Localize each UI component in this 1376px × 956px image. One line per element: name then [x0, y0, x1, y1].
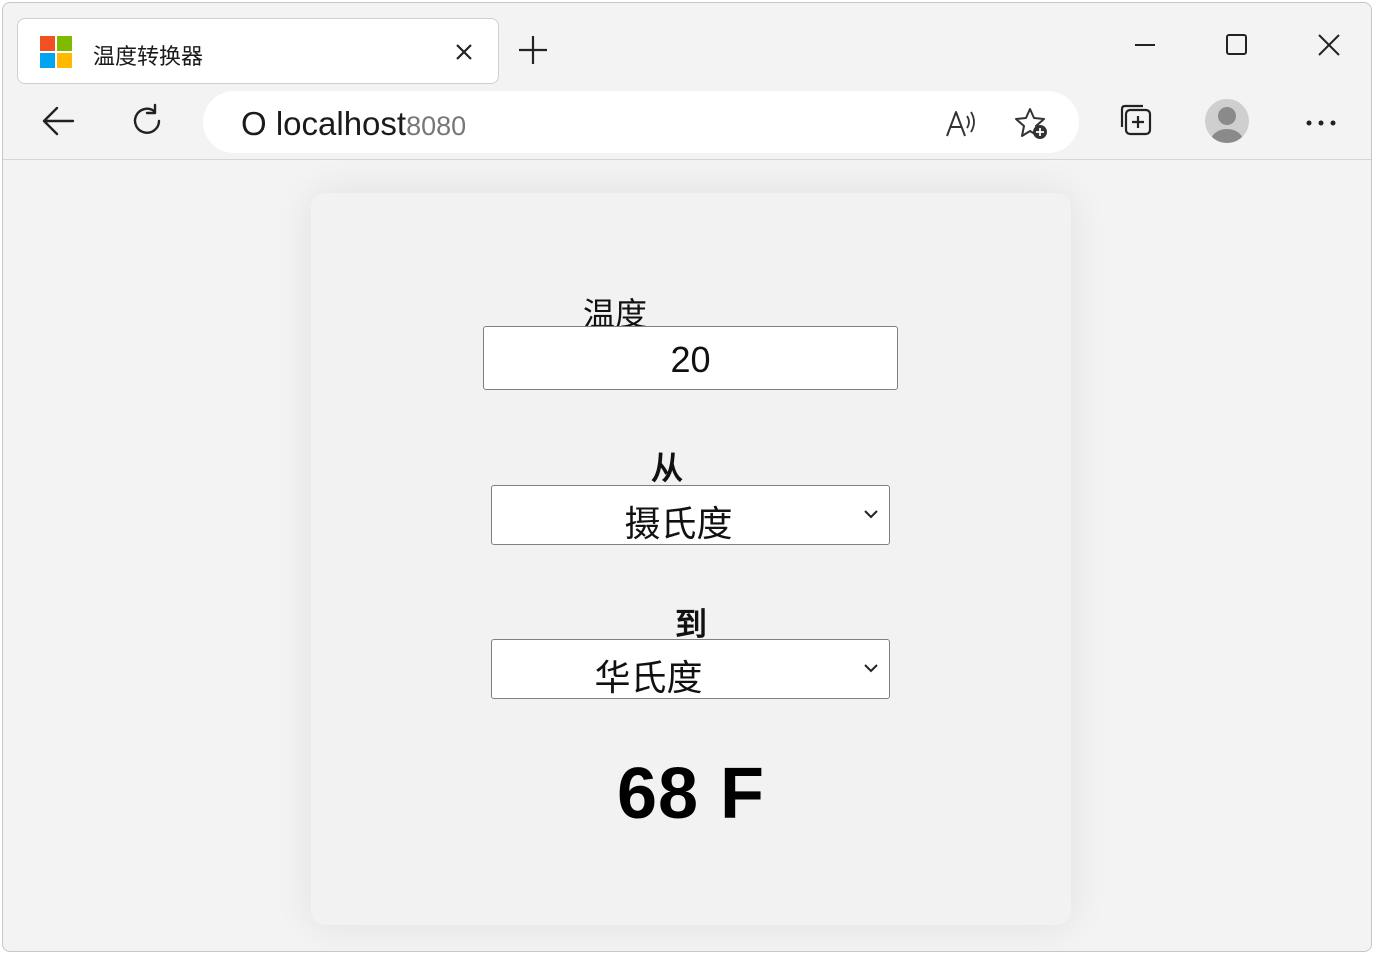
close-window-icon[interactable]: [1315, 31, 1343, 59]
url-port: 8080: [406, 111, 467, 141]
url-text: O localhost8080: [241, 105, 466, 143]
more-icon[interactable]: [1301, 103, 1341, 143]
temperature-value: 20: [670, 339, 711, 380]
profile-icon[interactable]: [1205, 99, 1249, 143]
to-unit-select[interactable]: 华氏度: [491, 639, 890, 699]
refresh-icon[interactable]: [129, 103, 165, 139]
browser-tab[interactable]: 温度转换器: [17, 18, 499, 84]
from-unit-select[interactable]: 摄氏度: [491, 485, 890, 545]
read-aloud-icon[interactable]: [943, 106, 977, 140]
microsoft-logo-icon: [40, 36, 72, 68]
close-icon[interactable]: [454, 42, 474, 62]
conversion-result: 68 F: [616, 754, 766, 834]
chevron-down-icon: [864, 664, 878, 673]
from-unit-value: 摄氏度: [624, 503, 733, 544]
maximize-icon[interactable]: [1223, 31, 1251, 59]
plus-icon[interactable]: [517, 34, 549, 66]
temperature-input[interactable]: 20: [483, 326, 898, 390]
from-label: 从: [651, 450, 684, 486]
to-unit-value: 华氏度: [594, 657, 703, 698]
minimize-icon[interactable]: [1131, 31, 1159, 59]
converter-card: 温度 20 从 摄氏度 到 华氏度 68 F: [311, 193, 1071, 925]
back-icon[interactable]: [41, 103, 77, 139]
url-host: O localhost: [241, 105, 407, 142]
add-favorite-icon[interactable]: [1015, 106, 1049, 140]
address-bar[interactable]: O localhost8080: [203, 91, 1079, 153]
browser-window: 温度转换器 O localhost8080 温度 20 从 摄氏度 到 华氏度 …: [2, 2, 1372, 952]
chevron-down-icon: [864, 510, 878, 519]
toolbar-divider: [3, 159, 1371, 160]
collections-icon[interactable]: [1117, 101, 1157, 141]
tab-title: 温度转换器: [93, 44, 204, 69]
